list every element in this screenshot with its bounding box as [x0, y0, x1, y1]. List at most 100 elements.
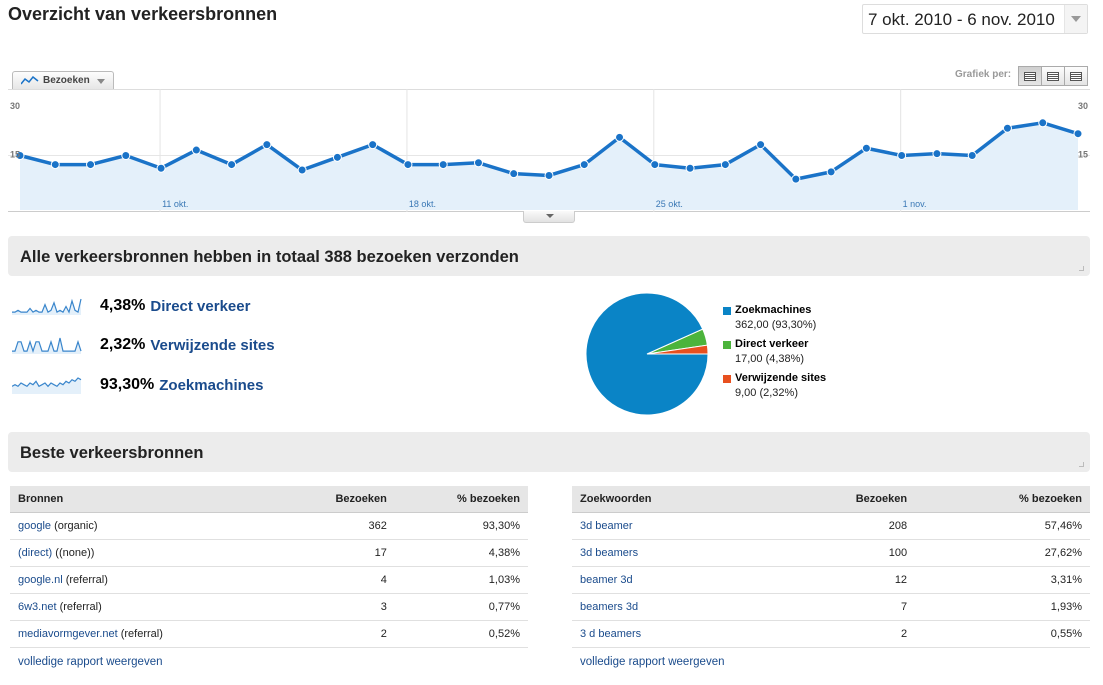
visits-cell: 362	[281, 512, 395, 540]
pct-cell: 93,30%	[394, 512, 528, 540]
data-point	[86, 160, 96, 170]
graph-by-day-button[interactable]	[1018, 66, 1042, 86]
legend-value: 17,00 (4,38%)	[735, 353, 805, 365]
column-header[interactable]: Zoekwoorden	[572, 486, 766, 513]
metric-label: Bezoeken	[43, 75, 90, 86]
visits-cell: 2	[281, 620, 395, 648]
source-medium: (referral)	[56, 601, 102, 613]
keyword-link[interactable]: beamer 3d	[580, 574, 633, 586]
table-row: google (organic) 362 93,30%	[10, 512, 528, 540]
legend-swatch	[723, 375, 731, 383]
corner-resize-icon	[1079, 462, 1084, 467]
column-header[interactable]: Bronnen	[10, 486, 282, 513]
chevron-down-icon[interactable]	[1064, 5, 1087, 33]
data-point	[861, 143, 871, 153]
source-medium: (referral)	[62, 574, 108, 586]
visits-cell: 100	[765, 539, 916, 567]
pct-cell: 0,52%	[394, 620, 528, 648]
summary-header: Alle verkeersbronnen hebben in totaal 38…	[8, 236, 1090, 276]
graph-by-month-button[interactable]	[1064, 66, 1088, 86]
source-search-row: 93,30% Zoekmachines	[12, 372, 263, 398]
pct-cell: 1,93%	[915, 593, 1090, 621]
data-point	[932, 149, 942, 159]
y-tick-label-right: 15	[1078, 150, 1088, 160]
source-cell: mediavormgever.net (referral)	[10, 620, 282, 648]
data-point	[720, 160, 730, 170]
source-link[interactable]: (direct)	[18, 547, 52, 559]
date-range-selector[interactable]: 7 okt. 2010 - 6 nov. 2010	[862, 4, 1088, 34]
keyword-link[interactable]: beamers 3d	[580, 601, 638, 613]
sources-full-report-link[interactable]: volledige rapport weergeven	[18, 656, 162, 668]
line-chart-icon	[21, 76, 39, 85]
table-row: beamers 3d 7 1,93%	[572, 593, 1090, 621]
keyword-cell: 3d beamers	[572, 539, 766, 567]
visits-cell: 7	[765, 593, 916, 621]
column-header[interactable]: Bezoeken	[281, 486, 395, 513]
graph-by-week-button[interactable]	[1041, 66, 1065, 86]
pct-cell: 27,62%	[915, 539, 1090, 567]
month-view-icon	[1070, 71, 1082, 81]
traffic-pie-chart	[585, 292, 709, 416]
legend-swatch	[723, 307, 731, 315]
column-header[interactable]: Bezoeken	[765, 486, 916, 513]
date-range-text: 7 okt. 2010 - 6 nov. 2010	[868, 10, 1055, 29]
data-point	[156, 163, 166, 173]
table-row: mediavormgever.net (referral) 2 0,52%	[10, 620, 528, 648]
dropdown-arrow-icon	[97, 79, 105, 84]
data-point	[1073, 129, 1083, 139]
source-link[interactable]: google.nl	[18, 574, 63, 586]
source-link[interactable]: mediavormgever.net	[18, 628, 118, 640]
source-link-direct[interactable]: Direct verkeer	[150, 298, 250, 315]
y-tick-label-left: 30	[10, 101, 20, 111]
sources-table: Bronnen Bezoeken % bezoeken google (orga…	[10, 486, 528, 648]
legend-name: Zoekmachines	[735, 304, 812, 316]
keyword-link[interactable]: 3 d beamers	[580, 628, 641, 640]
pct-cell: 1,03%	[394, 566, 528, 594]
keywords-full-report-link[interactable]: volledige rapport weergeven	[580, 656, 724, 668]
data-point	[403, 160, 413, 170]
table-row: (direct) ((none)) 17 4,38%	[10, 539, 528, 567]
data-point	[191, 145, 201, 155]
pct-cell: 57,46%	[915, 512, 1090, 540]
data-point	[897, 151, 907, 160]
source-link[interactable]: google	[18, 520, 51, 532]
x-tick-label: 1 nov.	[903, 199, 927, 209]
data-point	[262, 140, 272, 150]
keyword-link[interactable]: 3d beamers	[580, 547, 638, 559]
data-point	[791, 174, 801, 184]
graph-by-label: Grafiek per:	[955, 69, 1012, 80]
source-link[interactable]: 6w3.net	[18, 601, 57, 613]
keyword-link[interactable]: 3d beamer	[580, 520, 633, 532]
table-row: 3d beamer 208 57,46%	[572, 512, 1090, 540]
keywords-table: Zoekwoorden Bezoeken % bezoeken 3d beame…	[572, 486, 1090, 648]
best-sources-title: Beste verkeersbronnen	[20, 444, 204, 462]
data-point	[332, 152, 342, 162]
table-header-row: Bronnen Bezoeken % bezoeken	[10, 486, 528, 513]
source-link-referral[interactable]: Verwijzende sites	[150, 337, 274, 354]
legend-value: 362,00 (93,30%)	[735, 319, 817, 331]
source-pct: 2,32%	[100, 336, 146, 353]
keyword-cell: 3d beamer	[572, 512, 766, 540]
table-row: beamer 3d 12 3,31%	[572, 566, 1090, 594]
sparkline-search	[12, 377, 82, 394]
x-tick-label: 25 okt.	[656, 199, 683, 209]
legend-value: 9,00 (2,32%)	[735, 387, 798, 399]
data-point	[227, 160, 237, 170]
data-point	[579, 160, 589, 170]
source-link-search[interactable]: Zoekmachines	[159, 377, 263, 394]
data-point	[1038, 118, 1048, 128]
data-point	[368, 140, 378, 150]
metric-selector-button[interactable]: Bezoeken	[12, 71, 114, 89]
y-tick-label-right: 30	[1078, 101, 1088, 111]
sparkline-referral	[12, 337, 82, 354]
source-cell: 6w3.net (referral)	[10, 593, 282, 621]
source-medium: ((none))	[52, 547, 95, 559]
chart-collapse-toggle[interactable]	[523, 211, 575, 223]
source-medium: (referral)	[117, 628, 163, 640]
keyword-cell: 3 d beamers	[572, 620, 766, 648]
data-point	[756, 140, 766, 150]
data-point	[967, 151, 977, 160]
column-header[interactable]: % bezoeken	[394, 486, 528, 513]
column-header[interactable]: % bezoeken	[915, 486, 1090, 513]
source-pct: 4,38%	[100, 297, 146, 314]
